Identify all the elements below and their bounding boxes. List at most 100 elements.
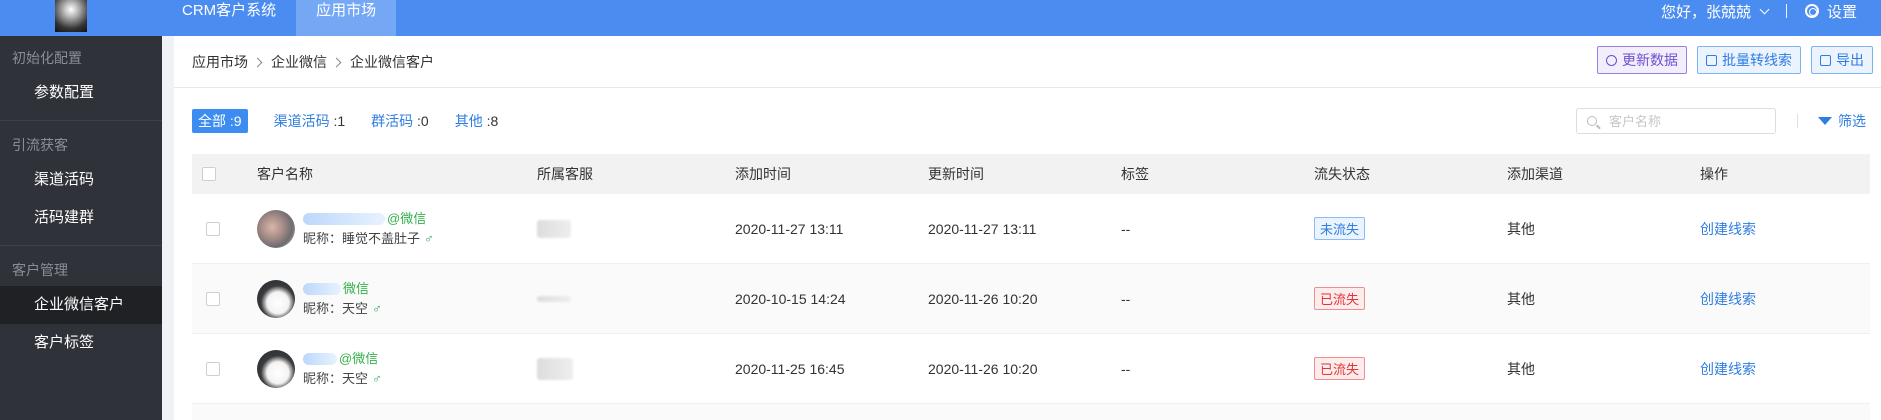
top-bar: CRM客户系统 应用市场 您好，张兢兢 设置	[0, 0, 1881, 36]
table-header: 客户名称 所属客服 添加时间 更新时间 标签 流失状态 添加渠道 操作	[192, 154, 1870, 194]
table-row: @微信 昵称：睡觉不盖肚子 ♂ 2020-11-27 13:11 2020-11-…	[192, 194, 1870, 264]
sidebar-item-customer-tags[interactable]: 客户标签	[0, 324, 162, 362]
sidebar: 初始化配置 参数配置 引流获客 渠道活码 活码建群 客户管理 企业微信客户 客户…	[0, 36, 162, 420]
filter-tabs: 全部 :9 渠道活码 :1 群活码 :0 其他 :8	[192, 109, 524, 133]
chevron-right-icon	[331, 57, 342, 67]
create-lead-link[interactable]: 创建线索	[1700, 221, 1756, 237]
tab-group-qr-label: 群活码	[371, 113, 414, 129]
column-header: 添加渠道	[1507, 166, 1563, 182]
chevron-right-icon	[252, 57, 263, 67]
updated-time: 2020-11-26 10:20	[928, 360, 1038, 377]
blurred-staff	[537, 295, 571, 302]
header-buttons: 更新数据 批量转线索 导出	[1597, 46, 1873, 74]
user-greeting[interactable]: 您好，张兢兢	[1661, 1, 1751, 22]
filter-button[interactable]: 筛选	[1818, 111, 1866, 131]
tab-channel-qr-label: 渠道活码	[273, 113, 330, 129]
tab-group-qr[interactable]: 群活码 :0	[371, 111, 429, 131]
tab-channel-qr[interactable]: 渠道活码 :1	[274, 111, 346, 131]
customer-table: 客户名称 所属客服 添加时间 更新时间 标签 流失状态 添加渠道 操作 @微信 …	[192, 154, 1870, 420]
divider	[1785, 4, 1787, 18]
channel-cell: 其他	[1507, 360, 1535, 377]
main-content: 应用市场 企业微信 企业微信客户 更新数据 批量转线索 导出 全部 :9 渠道活…	[174, 36, 1881, 420]
top-nav-crm[interactable]: CRM客户系统	[162, 0, 296, 36]
search-input[interactable]	[1609, 113, 1769, 129]
blurred-name	[303, 213, 385, 226]
added-time: 2020-11-25 16:45	[735, 360, 845, 377]
settings-link[interactable]: 设置	[1827, 1, 1857, 22]
search-icon	[1587, 116, 1597, 126]
sidebar-group-customer: 客户管理	[12, 262, 68, 278]
export-button[interactable]: 导出	[1811, 46, 1873, 74]
filter-label: 筛选	[1838, 113, 1866, 129]
breadcrumb-app-market[interactable]: 应用市场	[192, 52, 248, 72]
top-nav: CRM客户系统 应用市场	[162, 0, 397, 36]
funnel-icon	[1818, 117, 1832, 125]
tab-all[interactable]: 全部 :9	[192, 109, 248, 133]
status-badge: 已流失	[1314, 357, 1366, 380]
sidebar-group-traffic: 引流获客	[12, 137, 68, 153]
tab-all-label: 全部	[198, 113, 226, 129]
sidebar-item-param-config[interactable]: 参数配置	[0, 74, 162, 112]
column-header: 客户名称	[257, 166, 313, 182]
breadcrumb-wecom-customers: 企业微信客户	[350, 54, 434, 70]
tab-channel-qr-count: :1	[333, 113, 346, 129]
select-all-checkbox[interactable]	[202, 167, 216, 181]
user-area: 您好，张兢兢 设置	[1661, 0, 1857, 22]
refresh-data-label: 更新数据	[1622, 52, 1678, 68]
breadcrumb-wecom[interactable]: 企业微信	[271, 52, 327, 72]
sidebar-item-wecom-customers[interactable]: 企业微信客户	[0, 286, 162, 324]
column-header: 流失状态	[1314, 166, 1370, 182]
export-icon	[1820, 54, 1831, 66]
search-box	[1576, 108, 1776, 134]
blurred-staff	[537, 357, 573, 380]
blurred-name	[303, 353, 337, 366]
customer-name: @微信	[303, 349, 382, 369]
customer-name: @微信	[303, 209, 434, 229]
nickname-text: 昵称：睡觉不盖肚子	[303, 230, 421, 246]
tab-other[interactable]: 其他 :8	[455, 111, 499, 131]
sidebar-divider	[0, 120, 162, 121]
sidebar-divider	[0, 245, 162, 246]
refresh-data-button[interactable]: 更新数据	[1597, 46, 1687, 74]
column-header: 添加时间	[735, 166, 791, 182]
avatar	[257, 349, 295, 388]
table-row: @微信 昵称：天空 ♂ 2020-11-25 16:45 2020-11-26 1…	[192, 334, 1870, 404]
channel-cell: 其他	[1507, 220, 1535, 237]
tab-all-count: :9	[229, 113, 242, 129]
wechat-suffix: 微信	[343, 280, 370, 296]
tag-cell: --	[1121, 360, 1131, 377]
top-nav-app-market[interactable]: 应用市场	[296, 0, 397, 36]
row-checkbox[interactable]	[206, 221, 220, 236]
updated-time: 2020-11-26 10:20	[928, 290, 1038, 307]
customer-cell: 微信 昵称：天空 ♂	[257, 279, 537, 319]
tab-group-qr-count: :0	[417, 113, 429, 129]
tab-other-label: 其他	[454, 113, 483, 129]
app-logo[interactable]	[55, 0, 87, 32]
status-badge: 未流失	[1314, 217, 1366, 240]
row-checkbox[interactable]	[206, 291, 220, 306]
customer-nickname: 昵称：睡觉不盖肚子 ♂	[303, 229, 434, 249]
wechat-suffix: @微信	[387, 210, 427, 226]
male-icon: ♂	[372, 300, 382, 316]
gear-icon[interactable]	[1804, 4, 1819, 18]
sidebar-item-channel-qr[interactable]: 渠道活码	[0, 161, 162, 199]
customer-nickname: 昵称：天空 ♂	[303, 299, 382, 319]
column-header: 操作	[1700, 166, 1728, 182]
tag-cell: --	[1121, 290, 1131, 307]
column-header: 标签	[1121, 166, 1149, 182]
updated-time: 2020-11-27 13:11	[928, 220, 1037, 237]
male-icon: ♂	[424, 230, 434, 246]
create-lead-link[interactable]: 创建线索	[1700, 291, 1756, 307]
blurred-name	[303, 283, 341, 296]
sidebar-item-qr-group[interactable]: 活码建群	[0, 199, 162, 237]
create-lead-link[interactable]: 创建线索	[1700, 361, 1756, 377]
table-row	[192, 404, 1870, 420]
batch-convert-button[interactable]: 批量转线索	[1697, 46, 1801, 74]
chevron-down-icon[interactable]	[1759, 4, 1770, 14]
refresh-icon	[1606, 54, 1617, 66]
status-badge: 已流失	[1314, 287, 1366, 310]
customer-cell: @微信 昵称：睡觉不盖肚子 ♂	[257, 209, 537, 249]
row-checkbox[interactable]	[206, 361, 220, 376]
customer-nickname: 昵称：天空 ♂	[303, 369, 382, 389]
blurred-staff	[537, 219, 571, 238]
